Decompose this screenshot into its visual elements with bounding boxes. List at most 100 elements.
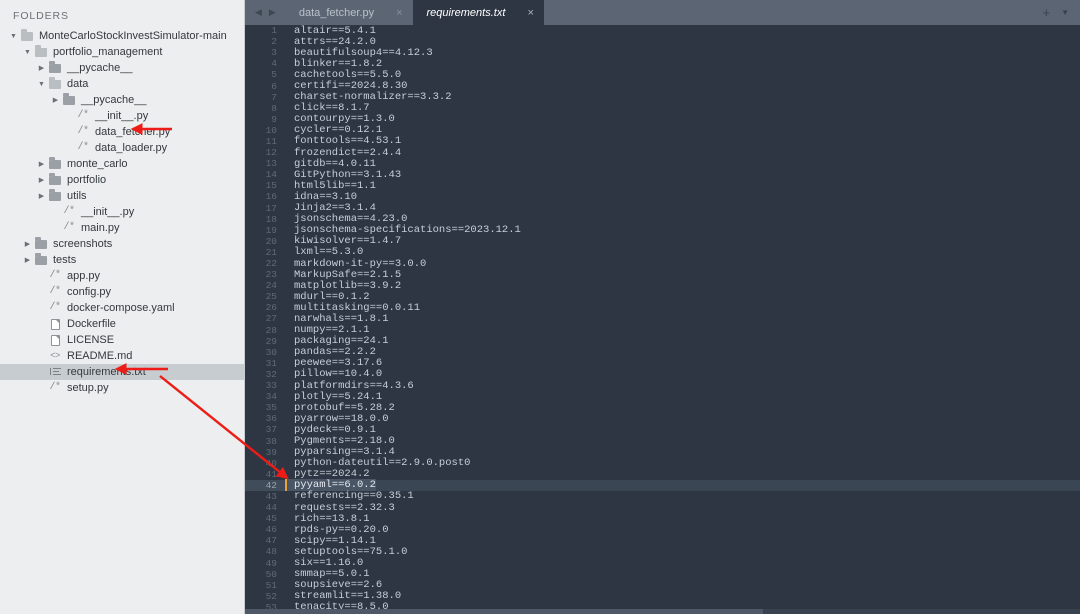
tab-prev-icon[interactable]: ◀ [255,8,262,17]
code-line[interactable]: 8click==8.1.7 [245,103,1080,114]
tree-item-docker-compose-yaml[interactable]: /*docker-compose.yaml [0,300,244,316]
code-line[interactable]: 42pyyaml==6.0.2 [245,480,1080,491]
code-line[interactable]: 23MarkupSafe==2.1.5 [245,269,1080,280]
chevron-down-icon[interactable]: ▼ [36,81,47,88]
tree-item-readme-md[interactable]: <>README.md [0,348,244,364]
chevron-right-icon[interactable]: ▶ [50,97,61,104]
code-line[interactable]: 34plotly==5.24.1 [245,391,1080,402]
tab-nav-arrows[interactable]: ◀ ▶ [245,0,285,25]
tab-data-fetcher-py[interactable]: data_fetcher.py× [285,0,413,25]
tree-item-license[interactable]: LICENSE [0,332,244,348]
tree-item-pycache[interactable]: ▶__pycache__ [0,60,244,76]
tab-requirements-txt[interactable]: requirements.txt× [413,0,544,25]
tree-item-main-py[interactable]: /*main.py [0,220,244,236]
code-line[interactable]: 33platformdirs==4.3.6 [245,380,1080,391]
code-line[interactable]: 41pytz==2024.2 [245,469,1080,480]
tab-close-icon[interactable]: × [527,7,533,19]
line-number: 43 [245,491,285,502]
code-line[interactable]: 44requests==2.32.3 [245,502,1080,513]
code-line[interactable]: 39pyparsing==3.1.4 [245,447,1080,458]
code-line[interactable]: 40python-dateutil==2.9.0.post0 [245,458,1080,469]
code-line[interactable]: 4blinker==1.8.2 [245,58,1080,69]
tree-item-screenshots[interactable]: ▶screenshots [0,236,244,252]
code-line[interactable]: 9contourpy==1.3.0 [245,114,1080,125]
code-line[interactable]: 49six==1.16.0 [245,558,1080,569]
code-line[interactable]: 43referencing==0.35.1 [245,491,1080,502]
chevron-down-icon[interactable]: ▼ [8,33,19,40]
code-line[interactable]: 47scipy==1.14.1 [245,535,1080,546]
code-line[interactable]: 51soupsieve==2.6 [245,580,1080,591]
code-line[interactable]: 13gitdb==4.0.11 [245,158,1080,169]
code-line[interactable]: 45rich==13.8.1 [245,513,1080,524]
code-line[interactable]: 3beautifulsoup4==4.12.3 [245,47,1080,58]
code-line[interactable]: 16idna==3.10 [245,191,1080,202]
code-line[interactable]: 20kiwisolver==1.4.7 [245,236,1080,247]
chevron-right-icon[interactable]: ▶ [36,65,47,72]
tree-item-setup-py[interactable]: /*setup.py [0,380,244,396]
line-number: 35 [245,402,285,413]
chevron-right-icon[interactable]: ▶ [36,177,47,184]
code-line[interactable]: 6certifi==2024.8.30 [245,80,1080,91]
tree-item-dockerfile[interactable]: Dockerfile [0,316,244,332]
code-line[interactable]: 31peewee==3.17.6 [245,358,1080,369]
tree-item-init-py[interactable]: /*__init__.py [0,108,244,124]
tree-item-data-fetcher-py[interactable]: /*data_fetcher.py [0,124,244,140]
code-line[interactable]: 24matplotlib==3.9.2 [245,280,1080,291]
tree-item-tests[interactable]: ▶tests [0,252,244,268]
new-tab-icon[interactable]: + [1042,6,1050,19]
code-line[interactable]: 14GitPython==3.1.43 [245,169,1080,180]
code-line[interactable]: 10cycler==0.12.1 [245,125,1080,136]
code-line[interactable]: 38Pygments==2.18.0 [245,435,1080,446]
code-line[interactable]: 26multitasking==0.0.11 [245,302,1080,313]
code-line[interactable]: 12frozendict==2.4.4 [245,147,1080,158]
code-line[interactable]: 35protobuf==5.28.2 [245,402,1080,413]
chevron-right-icon[interactable]: ▶ [36,193,47,200]
code-line[interactable]: 22markdown-it-py==3.0.0 [245,258,1080,269]
code-line[interactable]: 30pandas==2.2.2 [245,347,1080,358]
tree-item-montecarlostockinvestsimulator-main[interactable]: ▼MonteCarloStockInvestSimulator-main [0,28,244,44]
code-line[interactable]: 21lxml==5.3.0 [245,247,1080,258]
chevron-right-icon[interactable]: ▶ [22,257,33,264]
code-line[interactable]: 1altair==5.4.1 [245,25,1080,36]
code-line[interactable]: 25mdurl==0.1.2 [245,291,1080,302]
code-line[interactable]: 11fonttools==4.53.1 [245,136,1080,147]
tab-close-icon[interactable]: × [396,7,402,19]
chevron-down-icon[interactable]: ▼ [22,49,33,56]
tree-item-app-py[interactable]: /*app.py [0,268,244,284]
code-line[interactable]: 19jsonschema-specifications==2023.12.1 [245,225,1080,236]
code-line[interactable]: 50smmap==5.0.1 [245,569,1080,580]
tree-item-data-loader-py[interactable]: /*data_loader.py [0,140,244,156]
code-line[interactable]: 52streamlit==1.38.0 [245,591,1080,602]
tree-item-pycache[interactable]: ▶__pycache__ [0,92,244,108]
code-line[interactable]: 29packaging==24.1 [245,336,1080,347]
code-line[interactable]: 46rpds-py==0.20.0 [245,524,1080,535]
code-content[interactable]: 1altair==5.4.12attrs==24.2.03beautifulso… [245,25,1080,614]
line-number: 15 [245,180,285,191]
code-line[interactable]: 5cachetools==5.5.0 [245,69,1080,80]
horizontal-scrollbar-thumb[interactable] [245,609,763,614]
chevron-right-icon[interactable]: ▶ [22,241,33,248]
tab-menu-caret-icon[interactable]: ▼ [1061,9,1069,17]
chevron-right-icon[interactable]: ▶ [36,161,47,168]
code-line[interactable]: 2attrs==24.2.0 [245,36,1080,47]
code-line[interactable]: 27narwhals==1.8.1 [245,313,1080,324]
tree-item-portfolio[interactable]: ▶portfolio [0,172,244,188]
tree-item-init-py[interactable]: /*__init__.py [0,204,244,220]
code-line[interactable]: 15html5lib==1.1 [245,180,1080,191]
code-line[interactable]: 17Jinja2==3.1.4 [245,203,1080,214]
code-line[interactable]: 28numpy==2.1.1 [245,325,1080,336]
tree-item-requirements-txt[interactable]: requirements.txt [0,364,244,380]
tree-item-data[interactable]: ▼data [0,76,244,92]
horizontal-scrollbar[interactable] [245,609,1080,614]
tree-item-config-py[interactable]: /*config.py [0,284,244,300]
code-line[interactable]: 18jsonschema==4.23.0 [245,214,1080,225]
tree-item-utils[interactable]: ▶utils [0,188,244,204]
tree-item-monte-carlo[interactable]: ▶monte_carlo [0,156,244,172]
code-line[interactable]: 7charset-normalizer==3.3.2 [245,92,1080,103]
tab-next-icon[interactable]: ▶ [269,8,276,17]
code-line[interactable]: 36pyarrow==18.0.0 [245,413,1080,424]
code-line[interactable]: 37pydeck==0.9.1 [245,424,1080,435]
code-line[interactable]: 48setuptools==75.1.0 [245,546,1080,557]
tree-item-portfolio-management[interactable]: ▼portfolio_management [0,44,244,60]
code-line[interactable]: 32pillow==10.4.0 [245,369,1080,380]
